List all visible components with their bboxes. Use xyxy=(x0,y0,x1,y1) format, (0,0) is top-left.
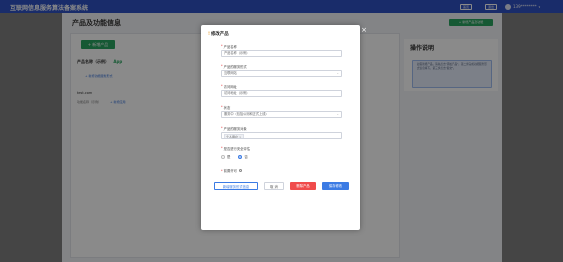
radio-yes[interactable]: 是 xyxy=(221,154,230,159)
product-name-label-text: 产品名称 xyxy=(223,45,237,49)
chevron-down-icon: ⌄ xyxy=(336,71,339,75)
security-assessment-label: * 是否进行安全评估 xyxy=(221,146,250,151)
radio-circle-selected xyxy=(238,154,243,159)
security-assessment-label-text: 是否进行安全评估 xyxy=(223,147,251,151)
modal-title-text: 修改产品 xyxy=(211,32,229,37)
radio-no-label: 否 xyxy=(244,155,248,159)
service-target-label-text: 产品的服务对象 xyxy=(223,127,247,131)
service-target-label: * 产品的服务对象 xyxy=(221,126,247,131)
status-value: 服务中（包括公测和正式上线） xyxy=(224,112,269,116)
required-mark: * xyxy=(221,168,223,173)
save-changes-button[interactable]: 保存修改 xyxy=(322,182,349,190)
service-form-label-text: 产品的服务形式 xyxy=(223,65,247,69)
service-target-tag-text: 个人用户 xyxy=(226,134,239,139)
required-mark: * xyxy=(221,126,223,130)
close-icon[interactable]: × xyxy=(239,135,242,139)
edit-product-modal: × ! 修改产品 * 产品名称 产品名称（示例） * 产品的服务形式 互联网站 … xyxy=(201,25,367,230)
required-mark: * xyxy=(221,44,223,48)
service-form-value: 互联网站 xyxy=(224,71,237,75)
product-name-label: * 产品名称 xyxy=(221,44,237,49)
radio-circle xyxy=(221,154,225,159)
service-target-select[interactable]: 个人用户× xyxy=(221,132,342,139)
chevron-down-icon: ⌄ xyxy=(336,112,339,116)
access-url-label-text: 访问网址 xyxy=(223,85,237,89)
service-target-tag: 个人用户× xyxy=(224,133,244,139)
required-mark: * xyxy=(221,84,223,88)
service-form-select[interactable]: 互联网站 ⌄ xyxy=(221,70,342,77)
cancel-button[interactable]: 取 消 xyxy=(264,182,284,190)
security-assessment-radios: 是 否 xyxy=(221,154,248,159)
license-label-text: 前置许可 xyxy=(223,169,237,173)
modal-title: ! 修改产品 xyxy=(208,31,229,38)
required-mark: * xyxy=(221,105,223,109)
modal-footer: 新增服务形式信息 取 消 删除产品 保存修改 xyxy=(211,182,351,191)
required-mark: * xyxy=(221,64,223,68)
status-label-text: 状态 xyxy=(223,106,231,110)
help-circle-icon[interactable] xyxy=(238,168,243,173)
access-url-input[interactable]: 访问地址（示例） xyxy=(221,90,342,97)
add-service-form-button[interactable]: 新增服务形式信息 xyxy=(214,182,258,190)
license-row: * 前置许可 xyxy=(221,168,243,173)
service-form-label: * 产品的服务形式 xyxy=(221,64,247,69)
product-name-input[interactable]: 产品名称（示例） xyxy=(221,50,342,57)
status-select[interactable]: 服务中（包括公测和正式上线） ⌄ xyxy=(221,111,342,118)
access-url-label: * 访问网址 xyxy=(221,84,237,89)
delete-product-button[interactable]: 删除产品 xyxy=(290,182,316,190)
close-icon[interactable]: × xyxy=(361,27,367,34)
radio-no[interactable]: 否 xyxy=(238,154,248,159)
info-mark-icon: ! xyxy=(208,31,211,37)
status-label: * 状态 xyxy=(221,105,230,110)
radio-yes-label: 是 xyxy=(227,155,231,159)
required-mark: * xyxy=(221,146,223,150)
